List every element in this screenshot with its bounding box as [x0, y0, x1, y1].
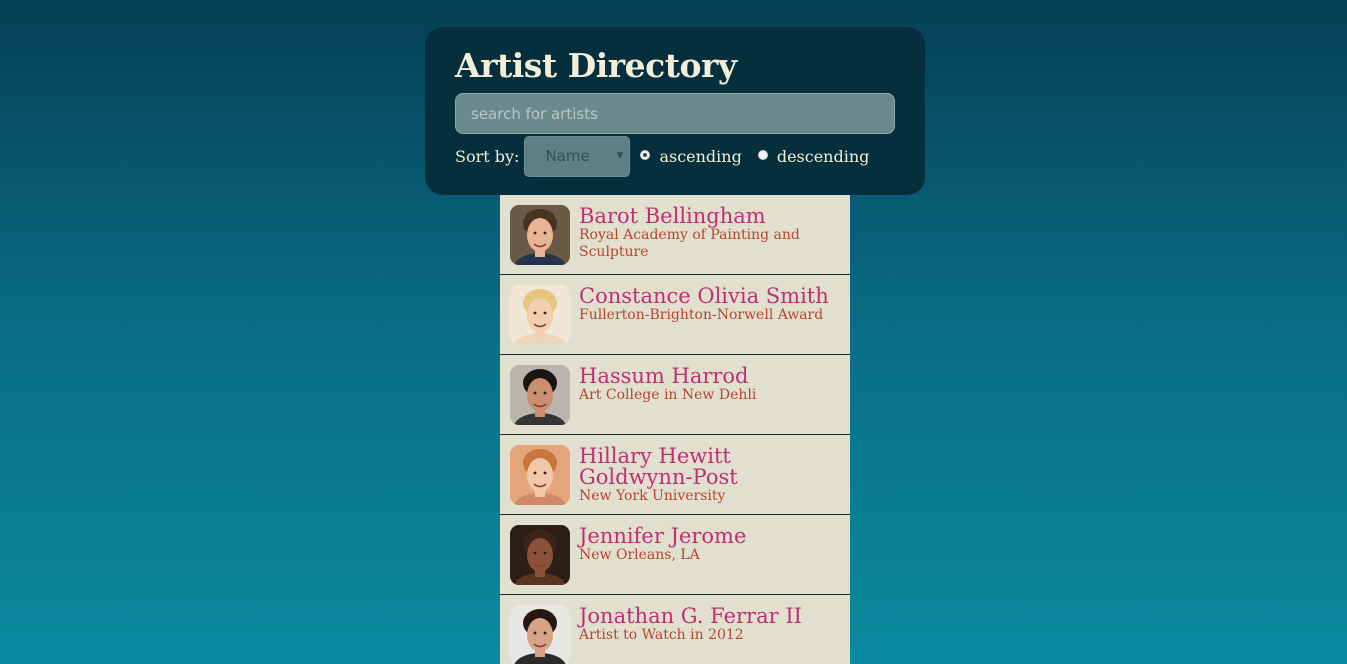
sort-field-select[interactable]: Name ▼ [524, 135, 631, 177]
list-item[interactable]: Jennifer Jerome New Orleans, LA [500, 515, 850, 595]
descending-radio[interactable] [757, 150, 768, 160]
artist-avatar[interactable] [510, 365, 570, 425]
list-item[interactable]: Constance Olivia Smith Fullerton-Brighton… [500, 275, 850, 355]
artist-info: Constance Olivia Smith Fullerton-Brighton… [579, 285, 844, 324]
artist-info: Jennifer Jerome New Orleans, LA [579, 525, 844, 564]
artist-info: Jonathan G. Ferrar II Artist to Watch in … [579, 605, 844, 644]
search-input[interactable] [455, 93, 895, 134]
artist-school: Art College in New Dehli [579, 387, 757, 403]
artist-info: Hillary Hewitt Goldwynn-Post New York Uni… [579, 445, 844, 505]
list-item[interactable]: Hassum Harrod Art College in New Dehli [500, 355, 850, 435]
sort-field-value: Name [545, 146, 590, 165]
artist-info: Barot Bellingham Royal Academy of Paintin… [579, 205, 844, 261]
artist-school: Fullerton-Brighton-Norwell Award [579, 307, 824, 323]
list-item[interactable]: Hillary Hewitt Goldwynn-Post New York Uni… [500, 435, 850, 515]
artist-avatar[interactable] [510, 205, 570, 265]
artist-list: Barot Bellingham Royal Academy of Paintin… [500, 195, 850, 664]
artist-name[interactable]: Hassum Harrod [579, 366, 844, 387]
artist-school: Royal Academy of Painting and Sculpture [579, 227, 800, 260]
artist-school: New Orleans, LA [579, 547, 700, 563]
directory-header: Artist Directory Sort by: Name ▼ ascendi… [425, 27, 925, 195]
ascending-label[interactable]: ascending [659, 147, 741, 166]
artist-name[interactable]: Hillary Hewitt Goldwynn-Post [579, 446, 844, 488]
list-item[interactable]: Barot Bellingham Royal Academy of Paintin… [500, 195, 850, 275]
artist-info: Hassum Harrod Art College in New Dehli [579, 365, 844, 404]
page-title: Artist Directory [455, 46, 737, 85]
artist-school: New York University [579, 488, 726, 504]
sort-label: Sort by: [455, 146, 520, 166]
artist-avatar[interactable] [510, 445, 570, 505]
artist-name[interactable]: Jennifer Jerome [579, 526, 844, 547]
artist-name[interactable]: Barot Bellingham [579, 206, 844, 227]
sort-controls: Sort by: Name ▼ ascending descending [455, 135, 895, 177]
list-item[interactable]: Jonathan G. Ferrar II Artist to Watch in … [500, 595, 850, 664]
artist-avatar[interactable] [510, 525, 570, 585]
ascending-radio[interactable] [640, 150, 651, 160]
artist-name[interactable]: Constance Olivia Smith [579, 286, 844, 307]
descending-label[interactable]: descending [777, 147, 870, 166]
chevron-down-icon: ▼ [616, 150, 624, 161]
artist-avatar[interactable] [510, 285, 570, 345]
artist-name[interactable]: Jonathan G. Ferrar II [579, 606, 844, 627]
artist-avatar[interactable] [510, 605, 570, 664]
artist-school: Artist to Watch in 2012 [579, 627, 744, 643]
